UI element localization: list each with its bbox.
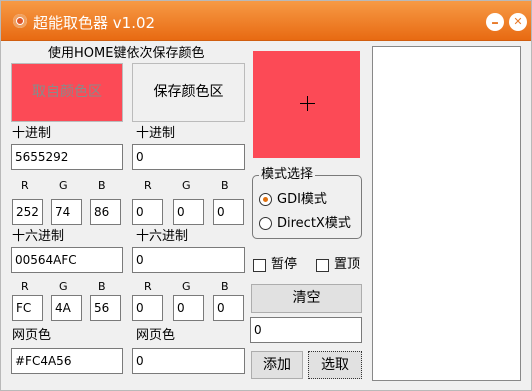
left-hex-r-label: R (21, 280, 29, 293)
right-hex-r-label: R (144, 280, 152, 293)
left-hex-g-label: G (59, 280, 68, 293)
left-hex-b-label: B (98, 280, 106, 293)
right-g-label: G (182, 179, 191, 192)
app-icon (13, 14, 27, 28)
directx-mode-label[interactable]: DirectX模式 (277, 216, 351, 232)
right-b-label: B (221, 179, 229, 192)
right-g-field[interactable]: 0 (173, 199, 204, 225)
title-bar[interactable]: 超能取色器 v1.02 – ✕ (1, 1, 531, 41)
right-hex-b-field[interactable]: 0 (213, 295, 244, 321)
pause-checkbox[interactable] (253, 259, 266, 272)
right-hex-g-label: G (182, 280, 191, 293)
saved-color-label: 保存颜色区 (153, 84, 224, 100)
pause-label[interactable]: 暂停 (271, 257, 297, 273)
mode-group: 模式选择 GDI模式 DirectX模式 (252, 167, 362, 239)
left-hex-r-field[interactable]: FC (12, 295, 43, 321)
picked-color-zone[interactable]: 取自颜色区 (11, 63, 123, 122)
right-hex-r-field[interactable]: 0 (132, 295, 163, 321)
right-web-field[interactable]: 0 (132, 348, 245, 374)
left-web-field[interactable]: #FC4A56 (11, 348, 123, 374)
crosshair-icon-vertical (307, 96, 308, 111)
right-decimal-label: 十进制 (136, 126, 176, 141)
left-g-field[interactable]: 74 (51, 199, 82, 225)
saved-color-zone[interactable]: 保存颜色区 (132, 63, 245, 122)
gdi-mode-radio[interactable] (259, 193, 272, 206)
left-hex-label: 十六进制 (12, 229, 65, 244)
right-b-field[interactable]: 0 (213, 199, 244, 225)
gdi-mode-label[interactable]: GDI模式 (277, 192, 327, 208)
app-window: 超能取色器 v1.02 – ✕ 使用HOME键依次保存颜色 取自颜色区 保存颜色… (0, 0, 532, 391)
right-hex-b-label: B (221, 280, 229, 293)
left-b-field[interactable]: 86 (90, 199, 121, 225)
saved-colors-list[interactable] (372, 46, 521, 381)
count-field[interactable]: 0 (250, 317, 362, 343)
picked-color-label: 取自颜色区 (32, 84, 102, 100)
right-hex-g-field[interactable]: 0 (173, 295, 204, 321)
right-r-field[interactable]: 0 (132, 199, 163, 225)
left-hex-g-field[interactable]: 4A (51, 295, 82, 321)
right-hex-field[interactable]: 0 (132, 247, 245, 273)
clear-button[interactable]: 清空 (251, 284, 362, 313)
right-decimal-field[interactable]: 0 (132, 144, 245, 170)
right-r-label: R (144, 179, 152, 192)
topmost-label[interactable]: 置顶 (334, 257, 360, 273)
left-g-label: G (59, 179, 68, 192)
hotkey-hint: 使用HOME键依次保存颜色 (48, 46, 205, 61)
directx-mode-radio[interactable] (259, 217, 272, 230)
left-hex-b-field[interactable]: 56 (90, 295, 121, 321)
topmost-checkbox[interactable] (316, 259, 329, 272)
pick-button[interactable]: 选取 (308, 351, 362, 379)
left-b-label: B (98, 179, 106, 192)
right-web-label: 网页色 (136, 328, 176, 343)
mode-group-title: 模式选择 (259, 167, 316, 183)
left-hex-field[interactable]: 00564AFC (11, 247, 123, 273)
left-decimal-label: 十进制 (12, 126, 52, 141)
right-hex-label: 十六进制 (136, 229, 189, 244)
window-title: 超能取色器 v1.02 (33, 14, 156, 32)
left-r-label: R (21, 179, 29, 192)
close-icon[interactable]: ✕ (509, 13, 527, 31)
add-button[interactable]: 添加 (251, 351, 303, 379)
left-web-label: 网页色 (12, 328, 52, 343)
left-decimal-field[interactable]: 5655292 (11, 144, 123, 170)
left-r-field[interactable]: 252 (12, 199, 43, 225)
minimize-icon[interactable]: – (486, 13, 504, 31)
